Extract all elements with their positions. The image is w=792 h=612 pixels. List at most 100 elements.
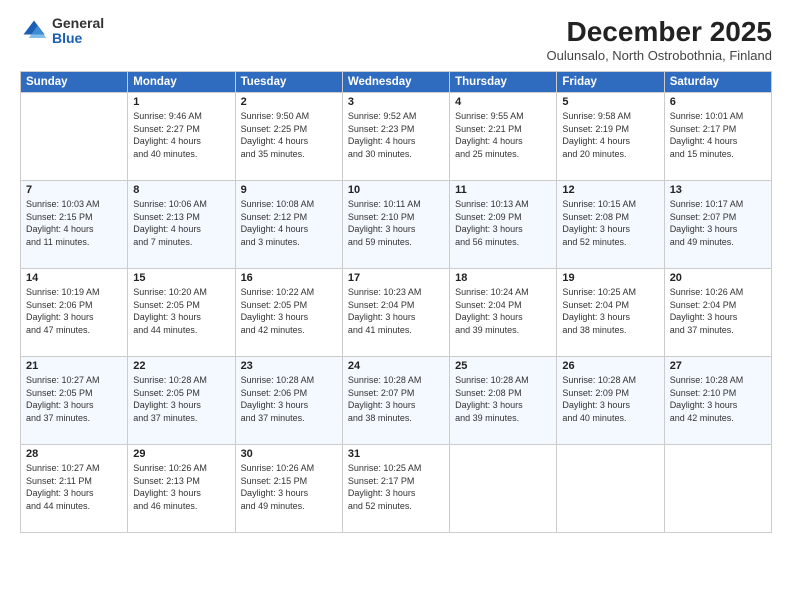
logo: General Blue	[20, 16, 104, 47]
calendar-cell: 18 Sunrise: 10:24 AMSunset: 2:04 PMDaylig…	[450, 269, 557, 357]
cell-daylight-info: Sunrise: 10:28 AMSunset: 2:10 PMDaylight…	[670, 374, 766, 424]
cell-daylight-info: Sunrise: 10:01 AMSunset: 2:17 PMDaylight…	[670, 110, 766, 160]
cell-daylight-info: Sunrise: 10:06 AMSunset: 2:13 PMDaylight…	[133, 198, 229, 248]
calendar-cell: 3Sunrise: 9:52 AMSunset: 2:23 PMDaylight…	[342, 93, 449, 181]
title-section: December 2025 Oulunsalo, North Ostroboth…	[547, 16, 772, 63]
cell-daylight-info: Sunrise: 10:08 AMSunset: 2:12 PMDaylight…	[241, 198, 337, 248]
calendar-cell: 7 Sunrise: 10:03 AMSunset: 2:15 PMDayligh…	[21, 181, 128, 269]
calendar-week-row: 7 Sunrise: 10:03 AMSunset: 2:15 PMDayligh…	[21, 181, 772, 269]
cell-daylight-info: Sunrise: 10:26 AMSunset: 2:04 PMDaylight…	[670, 286, 766, 336]
cell-daylight-info: Sunrise: 10:28 AMSunset: 2:05 PMDaylight…	[133, 374, 229, 424]
cell-daylight-info: Sunrise: 10:26 AMSunset: 2:13 PMDaylight…	[133, 462, 229, 512]
calendar-cell: 25 Sunrise: 10:28 AMSunset: 2:08 PMDaylig…	[450, 357, 557, 445]
calendar-cell: 17 Sunrise: 10:23 AMSunset: 2:04 PMDaylig…	[342, 269, 449, 357]
day-number: 2	[241, 96, 337, 108]
day-number: 10	[348, 184, 444, 196]
day-number: 1	[133, 96, 229, 108]
cell-daylight-info: Sunrise: 10:13 AMSunset: 2:09 PMDaylight…	[455, 198, 551, 248]
calendar-cell: 12 Sunrise: 10:15 AMSunset: 2:08 PMDaylig…	[557, 181, 664, 269]
calendar-cell: 8 Sunrise: 10:06 AMSunset: 2:13 PMDayligh…	[128, 181, 235, 269]
cell-daylight-info: Sunrise: 10:28 AMSunset: 2:09 PMDaylight…	[562, 374, 658, 424]
calendar-cell: 4Sunrise: 9:55 AMSunset: 2:21 PMDaylight…	[450, 93, 557, 181]
calendar-cell: 9 Sunrise: 10:08 AMSunset: 2:12 PMDayligh…	[235, 181, 342, 269]
cell-daylight-info: Sunrise: 10:11 AMSunset: 2:10 PMDaylight…	[348, 198, 444, 248]
day-number: 28	[26, 448, 122, 460]
logo-icon	[20, 17, 48, 45]
day-number: 25	[455, 360, 551, 372]
page: General Blue December 2025 Oulunsalo, No…	[0, 0, 792, 612]
calendar-cell: 19 Sunrise: 10:25 AMSunset: 2:04 PMDaylig…	[557, 269, 664, 357]
calendar-header-row: SundayMondayTuesdayWednesdayThursdayFrid…	[21, 72, 772, 93]
calendar-cell: 5 Sunrise: 9:58 AMSunset: 2:19 PMDaylight…	[557, 93, 664, 181]
cell-daylight-info: Sunrise: 9:52 AMSunset: 2:23 PMDaylight:…	[348, 110, 444, 160]
cell-daylight-info: Sunrise: 9:58 AMSunset: 2:19 PMDaylight:…	[562, 110, 658, 160]
calendar-week-row: 28 Sunrise: 10:27 AMSunset: 2:11 PMDaylig…	[21, 445, 772, 533]
weekday-header: Wednesday	[342, 72, 449, 93]
day-number: 30	[241, 448, 337, 460]
cell-daylight-info: Sunrise: 10:27 AMSunset: 2:11 PMDaylight…	[26, 462, 122, 512]
calendar-cell: 23 Sunrise: 10:28 AMSunset: 2:06 PMDaylig…	[235, 357, 342, 445]
calendar-cell: 1 Sunrise: 9:46 AMSunset: 2:27 PMDaylight…	[128, 93, 235, 181]
calendar-cell	[664, 445, 771, 533]
day-number: 24	[348, 360, 444, 372]
calendar-cell: 28 Sunrise: 10:27 AMSunset: 2:11 PMDaylig…	[21, 445, 128, 533]
cell-daylight-info: Sunrise: 10:28 AMSunset: 2:06 PMDaylight…	[241, 374, 337, 424]
calendar-cell: 30Sunrise: 10:26 AMSunset: 2:15 PMDaylig…	[235, 445, 342, 533]
day-number: 18	[455, 272, 551, 284]
calendar-cell: 6 Sunrise: 10:01 AMSunset: 2:17 PMDayligh…	[664, 93, 771, 181]
main-title: December 2025	[547, 16, 772, 48]
day-number: 20	[670, 272, 766, 284]
cell-daylight-info: Sunrise: 10:28 AMSunset: 2:08 PMDaylight…	[455, 374, 551, 424]
calendar-cell: 31Sunrise: 10:25 AMSunset: 2:17 PMDaylig…	[342, 445, 449, 533]
calendar-cell: 22 Sunrise: 10:28 AMSunset: 2:05 PMDaylig…	[128, 357, 235, 445]
day-number: 6	[670, 96, 766, 108]
logo-general-text: General	[52, 16, 104, 31]
weekday-header: Sunday	[21, 72, 128, 93]
cell-daylight-info: Sunrise: 10:25 AMSunset: 2:04 PMDaylight…	[562, 286, 658, 336]
calendar-week-row: 21Sunrise: 10:27 AMSunset: 2:05 PMDaylig…	[21, 357, 772, 445]
day-number: 27	[670, 360, 766, 372]
day-number: 26	[562, 360, 658, 372]
day-number: 8	[133, 184, 229, 196]
subtitle: Oulunsalo, North Ostrobothnia, Finland	[547, 48, 772, 63]
day-number: 22	[133, 360, 229, 372]
cell-daylight-info: Sunrise: 10:25 AMSunset: 2:17 PMDaylight…	[348, 462, 444, 512]
calendar-cell: 27 Sunrise: 10:28 AMSunset: 2:10 PMDaylig…	[664, 357, 771, 445]
day-number: 4	[455, 96, 551, 108]
cell-daylight-info: Sunrise: 10:22 AMSunset: 2:05 PMDaylight…	[241, 286, 337, 336]
day-number: 12	[562, 184, 658, 196]
calendar-cell: 13 Sunrise: 10:17 AMSunset: 2:07 PMDaylig…	[664, 181, 771, 269]
calendar-cell: 26 Sunrise: 10:28 AMSunset: 2:09 PMDaylig…	[557, 357, 664, 445]
cell-daylight-info: Sunrise: 9:46 AMSunset: 2:27 PMDaylight:…	[133, 110, 229, 160]
logo-text: General Blue	[52, 16, 104, 47]
day-number: 7	[26, 184, 122, 196]
day-number: 29	[133, 448, 229, 460]
logo-blue-text: Blue	[52, 31, 104, 46]
cell-daylight-info: Sunrise: 10:28 AMSunset: 2:07 PMDaylight…	[348, 374, 444, 424]
calendar-cell: 14 Sunrise: 10:19 AMSunset: 2:06 PMDaylig…	[21, 269, 128, 357]
cell-daylight-info: Sunrise: 10:23 AMSunset: 2:04 PMDaylight…	[348, 286, 444, 336]
cell-daylight-info: Sunrise: 10:17 AMSunset: 2:07 PMDaylight…	[670, 198, 766, 248]
calendar-week-row: 1 Sunrise: 9:46 AMSunset: 2:27 PMDaylight…	[21, 93, 772, 181]
calendar-cell: 24 Sunrise: 10:28 AMSunset: 2:07 PMDaylig…	[342, 357, 449, 445]
cell-daylight-info: Sunrise: 10:03 AMSunset: 2:15 PMDaylight…	[26, 198, 122, 248]
header: General Blue December 2025 Oulunsalo, No…	[20, 16, 772, 63]
day-number: 14	[26, 272, 122, 284]
cell-daylight-info: Sunrise: 10:15 AMSunset: 2:08 PMDaylight…	[562, 198, 658, 248]
cell-daylight-info: Sunrise: 10:19 AMSunset: 2:06 PMDaylight…	[26, 286, 122, 336]
day-number: 5	[562, 96, 658, 108]
day-number: 17	[348, 272, 444, 284]
day-number: 23	[241, 360, 337, 372]
cell-daylight-info: Sunrise: 10:24 AMSunset: 2:04 PMDaylight…	[455, 286, 551, 336]
calendar-cell: 16 Sunrise: 10:22 AMSunset: 2:05 PMDaylig…	[235, 269, 342, 357]
cell-daylight-info: Sunrise: 10:27 AMSunset: 2:05 PMDaylight…	[26, 374, 122, 424]
day-number: 16	[241, 272, 337, 284]
day-number: 13	[670, 184, 766, 196]
day-number: 9	[241, 184, 337, 196]
weekday-header: Tuesday	[235, 72, 342, 93]
calendar-table: SundayMondayTuesdayWednesdayThursdayFrid…	[20, 71, 772, 533]
calendar-cell: 2Sunrise: 9:50 AMSunset: 2:25 PMDaylight…	[235, 93, 342, 181]
calendar-cell: 20 Sunrise: 10:26 AMSunset: 2:04 PMDaylig…	[664, 269, 771, 357]
day-number: 19	[562, 272, 658, 284]
weekday-header: Thursday	[450, 72, 557, 93]
